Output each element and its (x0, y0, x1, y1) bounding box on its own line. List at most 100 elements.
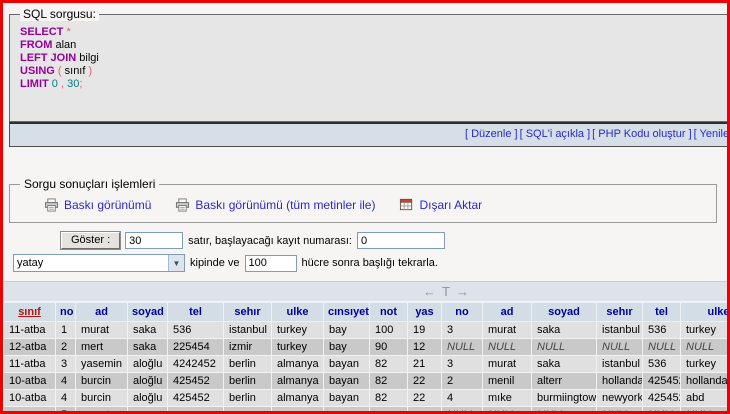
column-header-no[interactable]: no (56, 303, 76, 322)
export-icon (399, 198, 414, 212)
sql-token: sınıf (62, 65, 89, 77)
sql-token: FROM (20, 39, 52, 51)
column-header-tel[interactable]: tel (643, 303, 681, 322)
table-cell: bayan (324, 373, 370, 390)
column-header-tel[interactable]: tel (168, 303, 224, 322)
query-results-operations-legend: Sorgu sonuçları işlemleri (20, 177, 159, 191)
table-cell: aloğlu (128, 390, 168, 407)
column-header-ulke[interactable]: ulke (681, 303, 730, 322)
table-cell: 4 (56, 390, 76, 407)
table-cell: NULL (597, 407, 643, 414)
table-cell: 90 (370, 339, 408, 356)
sql-line: SELECT * (20, 26, 720, 39)
column-header-no[interactable]: no (442, 303, 483, 322)
table-cell: burmiingtown (532, 390, 597, 407)
table-cell: 82 (370, 373, 408, 390)
table-cell: 22 (408, 373, 442, 390)
table-row: 11-atba3yaseminaloğlu4242452berlinalmany… (4, 356, 730, 373)
table-cell: 12-atba (4, 339, 56, 356)
results-table: sınıfnoadsoyadtelsehırulkecınsıyetnotyas… (3, 302, 730, 414)
results-table-header-row: sınıfnoadsoyadtelsehırulkecınsıyetnotyas… (4, 303, 730, 322)
sql-query-legend: SQL sorgusu: (20, 7, 99, 21)
table-cell: almanya (272, 390, 324, 407)
column-header-sehır[interactable]: sehır (597, 303, 643, 322)
printer-icon (175, 198, 190, 212)
column-header-ad[interactable]: ad (483, 303, 532, 322)
mode-label: kipinde ve (190, 257, 240, 269)
table-cell: 425452 (643, 373, 681, 390)
table-cell: saka (532, 322, 597, 339)
start-record-input[interactable] (357, 232, 445, 249)
print-view-link[interactable]: Baskı görünümü (44, 198, 151, 212)
table-cell: 11-atba (4, 322, 56, 339)
sql-line: USING ( sınıf ) (20, 65, 720, 78)
table-cell: mert (76, 339, 128, 356)
sql-token: SELECT (20, 26, 63, 38)
table-cell: 4 (56, 373, 76, 390)
table-cell: NULL (681, 339, 730, 356)
table-cell: s (408, 407, 442, 414)
table-cell: istanbul (597, 356, 643, 373)
table-cell: turkey (272, 322, 324, 339)
sql-action-link[interactable]: [ SQL'i açıkla ] (520, 128, 591, 140)
table-cell: 10-atba (4, 390, 56, 407)
column-header-yas[interactable]: yas (408, 303, 442, 322)
table-cell: 4 (442, 390, 483, 407)
mode-select[interactable]: yatay ▼ (13, 254, 185, 272)
table-row: 10-atba4burcinaloğlu425452berlinalmanyab… (4, 390, 730, 407)
display-mode-row: yatay ▼ kipinde ve hücre sonra başlığı t… (13, 254, 727, 272)
table-cell: 536 (643, 322, 681, 339)
export-link[interactable]: Dışarı Aktar (399, 198, 482, 212)
column-header-not[interactable]: not (370, 303, 408, 322)
table-cell: saka (128, 322, 168, 339)
table-cell: 22 (408, 390, 442, 407)
table-cell: almanya (272, 356, 324, 373)
sql-token: LIMIT (20, 78, 49, 90)
column-header-sınıf[interactable]: sınıf (4, 303, 56, 322)
table-cell: 100 (370, 322, 408, 339)
column-header-ulke[interactable]: ulke (272, 303, 324, 322)
column-header-sehır[interactable]: sehır (224, 303, 272, 322)
sql-token: * (66, 26, 70, 38)
table-cell: berlin (224, 390, 272, 407)
sql-action-links: [ Düzenle ][ SQL'i açıkla ][ PHP Kodu ol… (465, 128, 729, 140)
table-cell: izmir (224, 339, 272, 356)
table-cell: NULL (442, 407, 483, 414)
repeat-headers-input[interactable] (245, 255, 297, 272)
printer-icon (44, 198, 59, 212)
operation-link-label: Dışarı Aktar (419, 198, 482, 212)
row-count-input[interactable] (125, 232, 183, 249)
table-cell: 425452 (168, 390, 224, 407)
column-header-soyad[interactable]: soyad (128, 303, 168, 322)
sql-action-link[interactable]: [ PHP Kodu oluştur ] (592, 128, 691, 140)
sql-action-link[interactable]: [ Düzenle ] (465, 128, 518, 140)
table-cell: 2 (56, 339, 76, 356)
table-cell: NULL (483, 407, 532, 414)
table-cell: bay (324, 322, 370, 339)
sql-action-link[interactable]: [ Yenile ] (694, 128, 729, 140)
show-button[interactable]: Göster : (61, 232, 120, 249)
show-rows-row: Göster : satır, başlayacağı kayıt numara… (61, 232, 727, 249)
sql-line: LEFT JOIN bilgi (20, 52, 720, 65)
table-cell: hollanda (597, 373, 643, 390)
print-view-link[interactable]: Baskı görünümü (tüm metinler ile) (175, 198, 375, 212)
column-header-soyad[interactable]: soyad (532, 303, 597, 322)
table-cell: hollanda (681, 373, 730, 390)
nav-top-icon[interactable]: T (442, 284, 450, 299)
table-row: ss5muratssssssssNULLNULLNULLNULLNULLNULL (4, 407, 730, 414)
table-cell: istanbul (597, 322, 643, 339)
column-header-ad[interactable]: ad (76, 303, 128, 322)
table-navigation-bar: ← T → (3, 281, 727, 301)
table-cell: murat (483, 356, 532, 373)
nav-right-arrow-icon[interactable]: → (456, 284, 469, 299)
table-row: 11-atba1muratsaka536istanbulturkeybay100… (4, 322, 730, 339)
table-cell: s (168, 407, 224, 414)
table-cell: bayan (324, 356, 370, 373)
sql-token: alan (52, 39, 76, 51)
table-cell: ss (128, 407, 168, 414)
column-header-cınsıyet[interactable]: cınsıyet (324, 303, 370, 322)
table-cell: 225454 (168, 339, 224, 356)
table-cell: ss (4, 407, 56, 414)
table-cell: mıke (483, 390, 532, 407)
nav-left-arrow-icon[interactable]: ← (423, 284, 436, 299)
